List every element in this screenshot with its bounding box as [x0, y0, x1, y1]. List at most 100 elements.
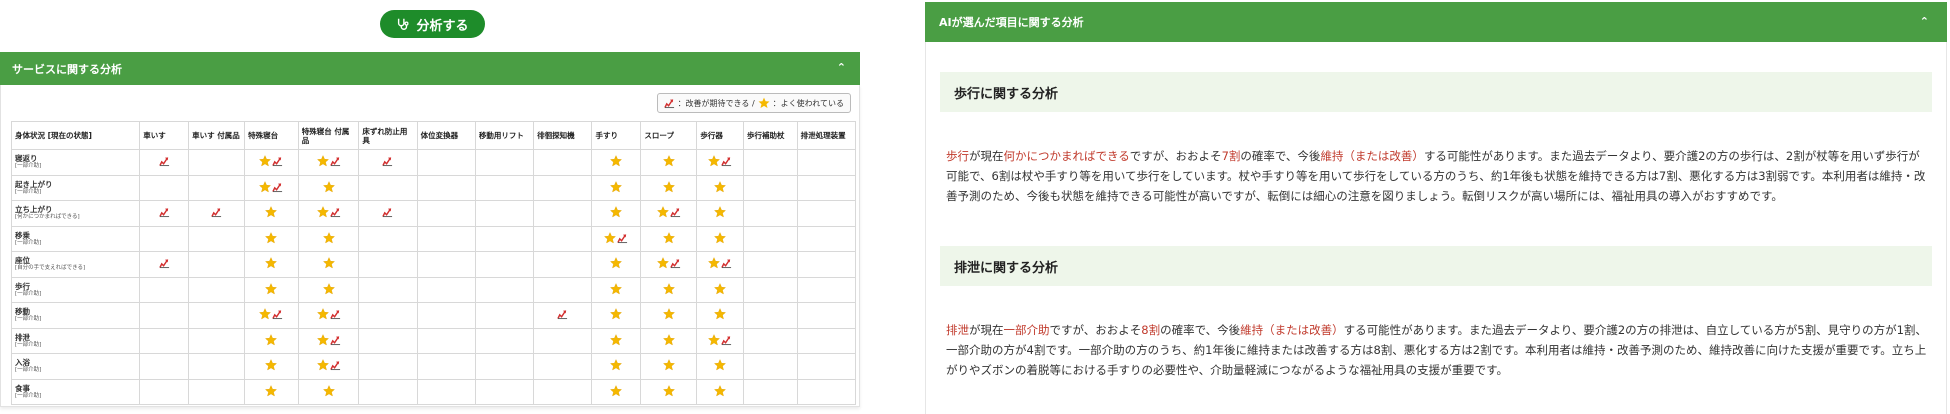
star-icon: [604, 231, 617, 244]
cell-markers: [604, 231, 628, 244]
star-icon: [259, 180, 272, 193]
improve-arrow-icon: [329, 157, 340, 167]
table-cell: [696, 251, 744, 278]
star-icon: [610, 180, 623, 193]
star-icon: [708, 155, 721, 167]
table-cell: [591, 327, 642, 354]
column-header: 特殊寝台: [244, 121, 299, 150]
table-cell: [244, 353, 299, 380]
legend: ：改善が期待できる / ：よく使われている: [656, 93, 851, 113]
star-icon: [316, 333, 329, 346]
table-cell: [743, 200, 798, 227]
improve-arrow-icon: [721, 157, 732, 167]
highlight-text: 維持（または改善）: [1240, 323, 1344, 337]
analyze-button[interactable]: 分析する: [380, 10, 485, 38]
cell-markers: [714, 308, 727, 320]
table-cell: [796, 302, 857, 329]
cell-markers: [610, 308, 623, 320]
cell-markers: [557, 308, 568, 320]
ai-panel-header[interactable]: AIが選んだ項目に関する分析 ⌃: [925, 2, 1947, 42]
right-pane: AIが選んだ項目に関する分析 ⌃ 歩行に関する分析 歩行が現在何かにつかまればで…: [925, 0, 1950, 414]
table-cell: [188, 353, 246, 380]
table-cell: [139, 353, 190, 380]
table-cell: [188, 200, 246, 227]
table-cell: [358, 378, 418, 405]
star-icon: [656, 257, 669, 269]
section-title-walking: 歩行に関する分析: [940, 72, 1932, 112]
table-cell: [743, 353, 798, 380]
cell-markers: [259, 180, 283, 193]
cell-markers: [259, 308, 283, 320]
table-cell: [244, 200, 299, 227]
cell-markers: [265, 333, 278, 346]
table-cell: [139, 251, 190, 278]
star-icon: [322, 257, 335, 269]
table-cell: [416, 200, 476, 227]
table-cell: [533, 251, 593, 278]
cell-markers: [610, 384, 623, 397]
cell-markers: [610, 180, 623, 193]
column-header: 車いす: [139, 121, 190, 150]
table-cell: [297, 149, 360, 176]
chevron-up-icon[interactable]: ⌃: [1920, 15, 1929, 28]
table-cell: [743, 378, 798, 405]
highlight-text: 7割: [1221, 149, 1241, 163]
cell-markers: [662, 384, 675, 397]
cell-markers: [322, 282, 335, 295]
row-status-text: [一部介助]: [15, 316, 42, 323]
table-cell: [297, 251, 360, 278]
table-cell: [244, 378, 299, 405]
service-panel-header[interactable]: サービスに関する分析 ⌃: [0, 52, 860, 85]
row-label-text: 歩行: [15, 281, 30, 291]
table-cell: [796, 378, 857, 405]
table-cell: [416, 302, 476, 329]
cell-markers: [265, 359, 278, 371]
table-cell: [640, 174, 698, 201]
row-label: 移動 [一部介助]: [10, 302, 141, 329]
column-header: 手すり: [591, 121, 642, 150]
table-cell: [474, 225, 535, 252]
column-header: スロープ: [640, 121, 698, 150]
cell-markers: [714, 359, 727, 371]
table-cell: [796, 276, 857, 303]
row-status-text: [自分の手で支えればできる]: [15, 265, 86, 272]
table-cell: [244, 149, 299, 176]
cell-markers: [265, 384, 278, 397]
row-label: 寝返り [一部介助]: [10, 149, 141, 176]
table-cell: [358, 327, 418, 354]
star-icon: [714, 359, 727, 371]
star-icon: [316, 308, 329, 320]
row-label-text: 食事: [15, 383, 30, 393]
table-cell: [533, 276, 593, 303]
table-cell: [796, 353, 857, 380]
table-cell: [416, 353, 476, 380]
highlight-text: 一部介助: [1003, 323, 1050, 337]
table-cell: [533, 200, 593, 227]
cell-markers: [708, 257, 732, 269]
chevron-up-icon[interactable]: ⌃: [837, 61, 846, 74]
table-cell: [297, 378, 360, 405]
table-cell: [358, 174, 418, 201]
table-cell: [533, 174, 593, 201]
row-label-text: 立ち上がり: [15, 205, 53, 215]
body-text: ですが、おおよそ: [1049, 323, 1142, 337]
highlight-text: 歩行: [946, 149, 969, 163]
column-header: 排泄処理装置: [796, 121, 857, 150]
star-icon: [708, 257, 721, 269]
row-status-text: [一部介助]: [15, 163, 42, 170]
cell-markers: [662, 333, 675, 346]
cell-markers: [610, 359, 623, 371]
star-icon: [316, 206, 329, 218]
improve-arrow-icon: [329, 208, 340, 218]
row-label-text: 排泄: [15, 332, 30, 342]
cell-markers: [714, 282, 727, 295]
table-cell: [416, 327, 476, 354]
table-cell: [139, 327, 190, 354]
table-cell: [139, 225, 190, 252]
star-icon: [610, 308, 623, 320]
improve-arrow-icon: [721, 336, 732, 345]
table-cell: [188, 327, 246, 354]
table-cell: [743, 225, 798, 252]
star-icon: [662, 155, 675, 167]
stethoscope-icon: [398, 18, 409, 30]
